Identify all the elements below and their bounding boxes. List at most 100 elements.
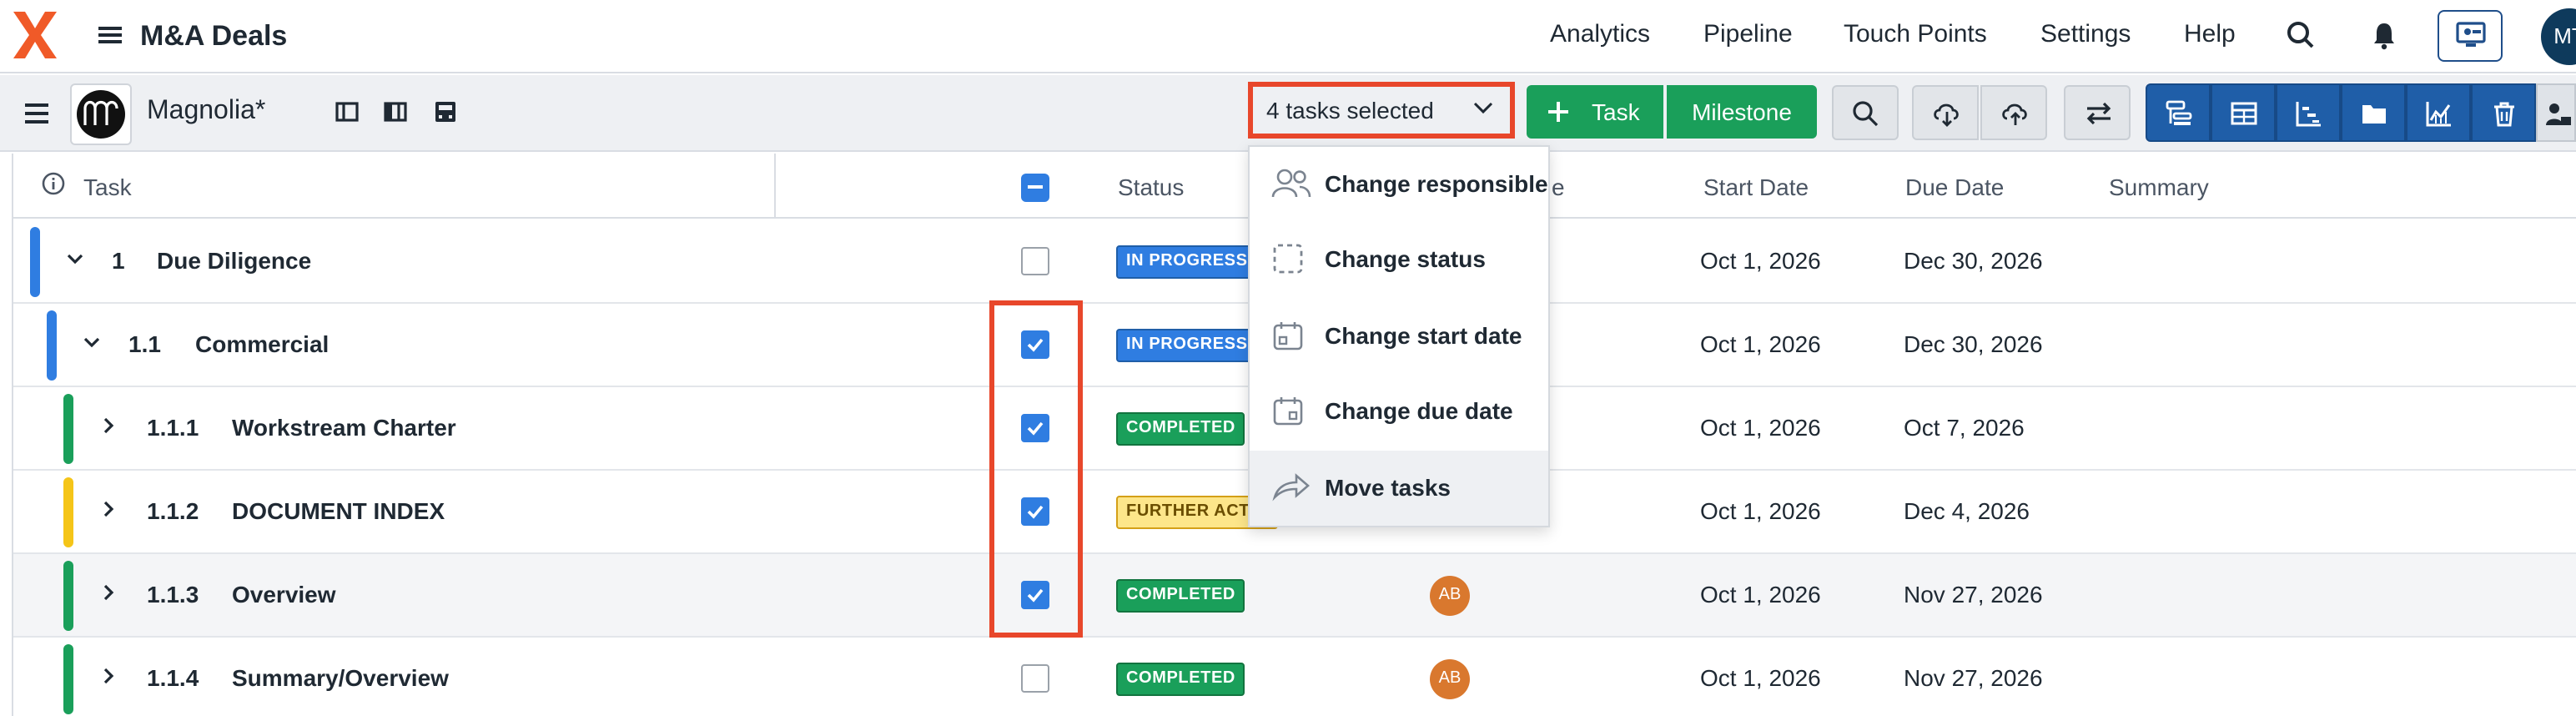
nav-settings[interactable]: Settings bbox=[2040, 20, 2131, 48]
sidebar-toggle-icon[interactable] bbox=[25, 103, 48, 124]
menu-item-label: Change responsible bbox=[1325, 170, 1548, 197]
split-view-icon[interactable] bbox=[384, 100, 407, 124]
task-number: 1.1.4 bbox=[147, 664, 199, 691]
task-name[interactable]: DOCUMENT INDEX bbox=[232, 497, 445, 524]
line-chart-icon bbox=[2426, 102, 2451, 127]
start-date[interactable]: Oct 1, 2026 bbox=[1700, 664, 1821, 691]
task-name[interactable]: Overview bbox=[232, 581, 336, 608]
single-panel-view-icon[interactable] bbox=[335, 100, 359, 124]
responsible-avatar[interactable]: AB bbox=[1430, 576, 1470, 616]
column-header-status[interactable]: Status bbox=[1118, 174, 1184, 200]
status-badge[interactable]: COMPLETED bbox=[1116, 412, 1245, 446]
task-number: 1.1 bbox=[128, 330, 161, 357]
row-color-bar bbox=[47, 310, 57, 381]
status-badge[interactable]: IN PROGRESS bbox=[1116, 329, 1258, 362]
user-avatar[interactable]: MT bbox=[2541, 8, 2576, 65]
table-row[interactable]: 1.1.4 Summary/Overview COMPLETED AB Oct 1, 2… bbox=[13, 638, 2576, 716]
column-header-due-date[interactable]: Due Date bbox=[1905, 174, 2004, 200]
hierarchy-view-button[interactable] bbox=[2146, 83, 2211, 142]
due-date[interactable]: Dec 30, 2026 bbox=[1904, 247, 2043, 274]
chevron-down-icon[interactable] bbox=[65, 249, 85, 269]
row-color-bar bbox=[63, 394, 73, 464]
due-date[interactable]: Nov 27, 2026 bbox=[1904, 664, 2043, 691]
nav-touch-points[interactable]: Touch Points bbox=[1844, 20, 1987, 48]
search-icon bbox=[1853, 101, 1879, 127]
top-bar: M&A Deals Analytics Pipeline Touch Point… bbox=[0, 0, 2576, 73]
plus-icon bbox=[1548, 102, 1568, 122]
status-badge[interactable]: COMPLETED bbox=[1116, 663, 1245, 696]
chevron-right-icon[interactable] bbox=[98, 416, 118, 436]
row-color-bar bbox=[63, 644, 73, 714]
status-badge[interactable]: IN PROGRESS bbox=[1116, 245, 1258, 279]
table-view-button[interactable] bbox=[2211, 83, 2276, 142]
app-logo-icon[interactable] bbox=[10, 8, 60, 62]
task-name[interactable]: Workstream Charter bbox=[232, 414, 456, 441]
column-header-summary[interactable]: Summary bbox=[2109, 174, 2209, 200]
move-arrow-icon bbox=[1272, 473, 1310, 502]
menu-item-label: Move tasks bbox=[1325, 474, 1451, 501]
menu-item-change-responsible[interactable]: Change responsible bbox=[1250, 147, 1548, 222]
chevron-right-icon[interactable] bbox=[98, 582, 118, 603]
table-row[interactable]: 1.1.3 Overview COMPLETED AB Oct 1, 2026 Nov 2… bbox=[13, 554, 2576, 638]
task-name[interactable]: Summary/Overview bbox=[232, 664, 449, 691]
project-logo bbox=[70, 83, 132, 145]
start-date[interactable]: Oct 1, 2026 bbox=[1700, 497, 1821, 524]
notification-bell-icon[interactable] bbox=[2369, 20, 2399, 50]
menu-item-change-start-date[interactable]: Change start date bbox=[1250, 299, 1548, 374]
column-header-task[interactable]: Task bbox=[83, 174, 132, 200]
trash-view-button[interactable] bbox=[2471, 83, 2536, 142]
folder-view-button[interactable] bbox=[2341, 83, 2406, 142]
user-permissions-button[interactable] bbox=[2536, 83, 2576, 142]
start-date[interactable]: Oct 1, 2026 bbox=[1700, 414, 1821, 441]
row-color-bar bbox=[63, 477, 73, 547]
menu-item-change-status[interactable]: Change status bbox=[1250, 222, 1548, 297]
toolbar-search-button[interactable] bbox=[1832, 85, 1899, 140]
chevron-right-icon[interactable] bbox=[98, 666, 118, 686]
due-date[interactable]: Dec 30, 2026 bbox=[1904, 330, 2043, 357]
hierarchy-icon bbox=[2166, 100, 2192, 125]
menu-item-change-due-date[interactable]: Change due date bbox=[1250, 374, 1548, 449]
project-toolbar: Magnolia* 4 tasks selected Task Mileston… bbox=[0, 75, 2576, 152]
due-date[interactable]: Oct 7, 2026 bbox=[1904, 414, 2025, 441]
info-icon[interactable] bbox=[42, 172, 65, 195]
status-badge[interactable]: COMPLETED bbox=[1116, 579, 1245, 613]
start-date[interactable]: Oct 1, 2026 bbox=[1700, 581, 1821, 608]
column-header-start-date[interactable]: Start Date bbox=[1703, 174, 1809, 200]
nav-analytics[interactable]: Analytics bbox=[1550, 20, 1650, 48]
add-task-label: Task bbox=[1592, 98, 1640, 125]
nav-pipeline[interactable]: Pipeline bbox=[1703, 20, 1793, 48]
tasks-selected-dropdown[interactable]: 4 tasks selected bbox=[1248, 82, 1515, 139]
nav-help[interactable]: Help bbox=[2184, 20, 2236, 48]
column-divider[interactable] bbox=[774, 154, 776, 219]
due-date[interactable]: Dec 4, 2026 bbox=[1904, 497, 2030, 524]
task-number: 1 bbox=[112, 247, 125, 274]
responsible-avatar[interactable]: AB bbox=[1430, 659, 1470, 699]
gantt-view-button[interactable] bbox=[2276, 83, 2341, 142]
magnolia-logo-icon bbox=[83, 100, 118, 125]
menu-item-move-tasks[interactable]: Move tasks bbox=[1250, 451, 1548, 526]
chevron-right-icon[interactable] bbox=[98, 499, 118, 519]
task-name[interactable]: Commercial bbox=[195, 330, 329, 357]
search-icon[interactable] bbox=[2286, 20, 2316, 50]
column-header-responsible[interactable]: e bbox=[1552, 174, 1565, 200]
due-date[interactable]: Nov 27, 2026 bbox=[1904, 581, 2043, 608]
row-checkbox[interactable] bbox=[1021, 247, 1049, 275]
user-lock-icon bbox=[2546, 103, 2571, 125]
add-milestone-button[interactable]: Milestone bbox=[1667, 85, 1817, 139]
row-color-bar bbox=[63, 561, 73, 631]
start-date[interactable]: Oct 1, 2026 bbox=[1700, 330, 1821, 357]
trash-icon bbox=[2494, 102, 2514, 127]
analytics-view-button[interactable] bbox=[2406, 83, 2471, 142]
add-task-button[interactable]: Task bbox=[1527, 85, 1663, 139]
screen-share-button[interactable] bbox=[2438, 10, 2503, 62]
row-checkbox[interactable] bbox=[1021, 664, 1049, 693]
download-button[interactable] bbox=[1912, 85, 1979, 140]
hamburger-menu-icon[interactable] bbox=[98, 23, 122, 47]
task-name[interactable]: Due Diligence bbox=[157, 247, 311, 274]
swap-button[interactable] bbox=[2064, 85, 2131, 140]
select-all-checkbox[interactable] bbox=[1021, 174, 1049, 202]
start-date[interactable]: Oct 1, 2026 bbox=[1700, 247, 1821, 274]
upload-button[interactable] bbox=[1980, 85, 2047, 140]
bottom-panel-view-icon[interactable] bbox=[434, 100, 457, 124]
chevron-down-icon[interactable] bbox=[82, 332, 102, 352]
